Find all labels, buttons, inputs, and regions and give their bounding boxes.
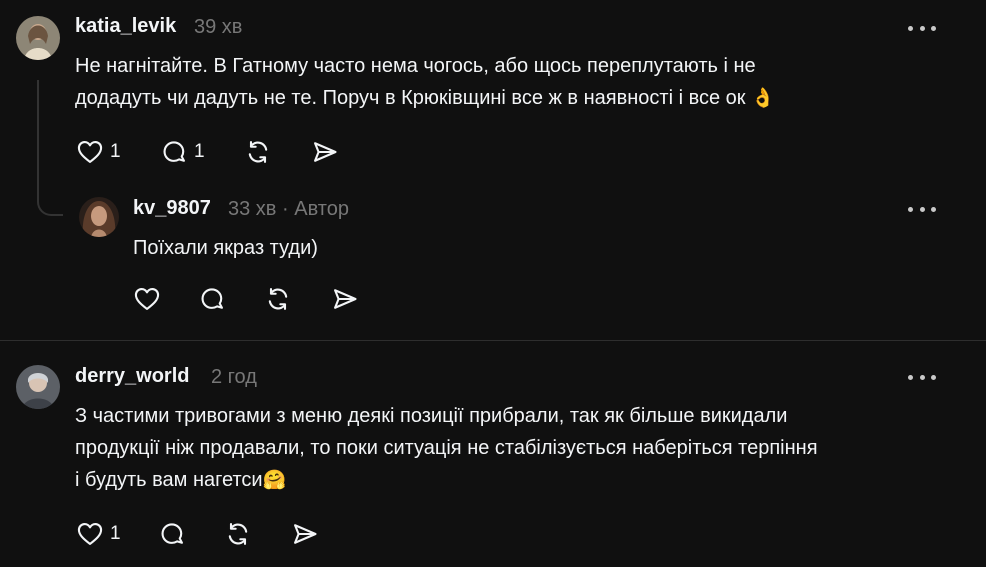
share-button[interactable]: [291, 520, 319, 548]
hugging-face-emoji: 🤗: [262, 470, 287, 491]
timestamp: 39 хв: [194, 16, 243, 38]
comment-icon: [161, 523, 183, 544]
reply-meta: 33 хв · Автор: [228, 198, 349, 221]
comment-text: Поїхали якраз туди): [133, 237, 318, 259]
reply-button[interactable]: 1: [160, 138, 244, 166]
reply-count: 1: [194, 141, 205, 162]
comment-divider: [0, 340, 986, 341]
action-bar: [133, 285, 359, 313]
heart-icon: [134, 288, 160, 310]
comment-icon: [163, 141, 185, 162]
more-icon[interactable]: [908, 18, 936, 38]
comment-text-line: продукції ніж продавали, то поки ситуаці…: [75, 437, 818, 459]
comment-text-line: додадуть чи дадуть не те. Поруч в Крюків…: [75, 82, 775, 115]
comment-text-line: і будуть вам нагетси🤗: [75, 464, 286, 497]
share-icon: [314, 142, 337, 162]
reply-button[interactable]: [198, 285, 264, 313]
username[interactable]: katia_levik: [75, 15, 176, 38]
comment-text: і будуть вам нагетси: [75, 469, 263, 491]
separator-dot: ·: [282, 198, 289, 220]
author-badge: Автор: [294, 198, 349, 220]
like-button[interactable]: 1: [76, 138, 160, 166]
comment-text-line: Не нагнітайте. В Гатному часто нема чого…: [75, 55, 756, 77]
avatar[interactable]: [16, 16, 60, 60]
timestamp: 2 год: [211, 366, 257, 388]
timestamp: 33 хв: [228, 198, 277, 220]
like-count: 1: [110, 141, 121, 162]
share-icon: [334, 289, 357, 309]
comment-icon: [201, 288, 223, 309]
heart-icon: [77, 523, 103, 545]
repost-icon: [268, 288, 288, 310]
repost-icon: [248, 141, 268, 163]
avatar[interactable]: [16, 365, 60, 409]
share-button[interactable]: [331, 285, 359, 313]
more-icon[interactable]: [908, 199, 936, 219]
like-count: 1: [110, 523, 121, 544]
action-bar: 1 1: [76, 138, 339, 166]
comment-text: додадуть чи дадуть не те. Поруч в Крюків…: [75, 87, 746, 109]
username[interactable]: derry_world: [75, 365, 189, 388]
repost-button[interactable]: [224, 520, 291, 548]
repost-icon: [228, 523, 248, 545]
share-icon: [294, 524, 317, 544]
action-bar: 1: [76, 520, 319, 548]
like-button[interactable]: 1: [76, 520, 158, 548]
username[interactable]: kv_9807: [133, 197, 211, 220]
share-button[interactable]: [311, 138, 339, 166]
repost-button[interactable]: [244, 138, 311, 166]
ok-hand-emoji: 👌: [751, 88, 775, 109]
reply-button[interactable]: [158, 520, 224, 548]
comment-text-line: З частими тривогами з меню деякі позиції…: [75, 405, 788, 427]
repost-button[interactable]: [264, 285, 331, 313]
heart-icon: [77, 141, 103, 163]
thread-connector: [37, 80, 63, 216]
more-icon[interactable]: [908, 367, 936, 387]
like-button[interactable]: [133, 285, 198, 313]
avatar[interactable]: [79, 197, 119, 237]
